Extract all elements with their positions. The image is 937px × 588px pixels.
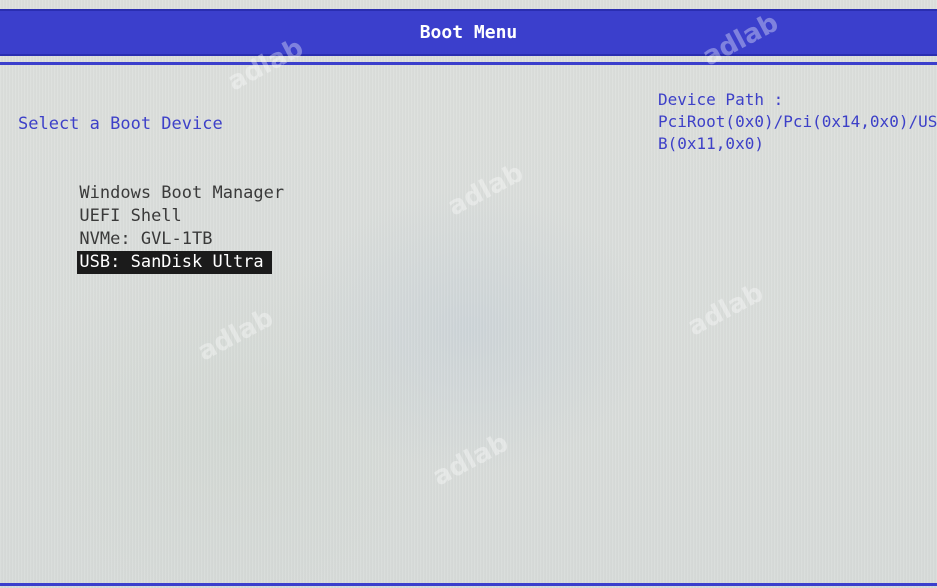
- watermark: adlab: [682, 277, 769, 343]
- title-bar: Boot Menu: [0, 9, 937, 56]
- bios-screen: Boot Menu Select a Boot Device Windows B…: [0, 0, 937, 588]
- boot-option-label: NVMe: GVL-1TB: [79, 229, 213, 249]
- watermark: adlab: [442, 157, 529, 223]
- device-path-panel: Device Path : PciRoot(0x0)/Pci(0x14,0x0)…: [658, 89, 937, 155]
- device-path-value-line2: B(0x11,0x0): [658, 134, 764, 153]
- bottom-divider: [0, 583, 937, 586]
- boot-option-label: USB: SanDisk Ultra: [77, 251, 272, 274]
- boot-option-label: Windows Boot Manager: [79, 183, 285, 203]
- watermark: adlab: [192, 302, 279, 368]
- boot-device-heading: Select a Boot Device: [18, 114, 223, 134]
- watermark: adlab: [427, 427, 514, 493]
- boot-option-windows-boot-manager[interactable]: Windows Boot Manager: [18, 159, 292, 203]
- device-path-label: Device Path :: [658, 90, 784, 109]
- device-path-value-line1: PciRoot(0x0)/Pci(0x14,0x0)/US: [658, 112, 937, 131]
- page-title: Boot Menu: [419, 22, 518, 43]
- top-divider: [0, 62, 937, 65]
- boot-option-label: UEFI Shell: [79, 206, 182, 226]
- boot-device-list: Windows Boot Manager UEFI Shell NVMe: GV…: [18, 159, 292, 274]
